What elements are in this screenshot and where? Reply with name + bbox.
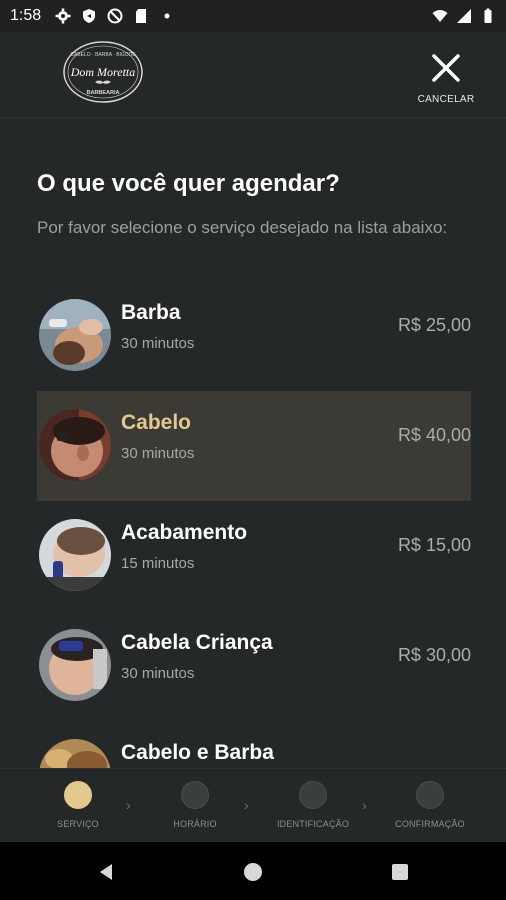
- step-indicator: [416, 781, 444, 809]
- service-name: Barba: [121, 301, 181, 324]
- step-label: CONFIRMAÇÃO: [395, 819, 465, 829]
- recent-apps-icon[interactable]: [392, 864, 408, 880]
- service-name: Cabela Criança: [121, 631, 273, 654]
- service-name: Cabelo: [121, 411, 192, 434]
- blocked-icon: [107, 8, 123, 24]
- service-price: R$ 30,00: [397, 645, 471, 665]
- step-identificacao[interactable]: IDENTIFICAÇÃO: [258, 781, 368, 829]
- service-photo-cabelo-e-barba: [39, 739, 111, 768]
- chevron-right-icon: ›: [126, 797, 131, 813]
- step-label: SERVIÇO: [57, 819, 99, 829]
- service-photo-cabelo: [39, 409, 111, 481]
- service-photo-acabamento: [39, 519, 111, 591]
- step-servico[interactable]: SERVIÇO: [23, 781, 133, 829]
- service-duration: 30 minutos: [121, 445, 195, 462]
- step-horario[interactable]: HORÁRIO: [140, 781, 250, 829]
- step-indicator: [299, 781, 327, 809]
- svg-text:BARBEARIA: BARBEARIA: [87, 90, 120, 96]
- service-duration: 30 minutos: [121, 665, 195, 682]
- service-photo-barba: [39, 299, 111, 371]
- gear-icon: [55, 8, 71, 24]
- step-label: IDENTIFICAÇÃO: [276, 819, 350, 829]
- step-confirmacao[interactable]: CONFIRMAÇÃO: [375, 781, 485, 829]
- status-time: 1:58: [10, 7, 42, 24]
- close-icon: [432, 54, 460, 82]
- service-price: R$ 15,00: [397, 535, 471, 555]
- wifi-icon: [432, 10, 448, 22]
- step-label: HORÁRIO: [173, 819, 217, 829]
- step-indicator: [64, 781, 92, 809]
- brand-logo[interactable]: CABELO · BARBA · BIGODE Dom Moretta BARB…: [62, 40, 144, 104]
- service-price: R$ 25,00: [397, 315, 471, 335]
- shield-icon: [83, 9, 96, 23]
- service-photo-cabela-crianca: [39, 629, 111, 701]
- cancel-button[interactable]: CANCELAR: [414, 50, 478, 110]
- step-indicator: [181, 781, 209, 809]
- battery-icon: [484, 8, 492, 23]
- service-item-cabelo-e-barba[interactable]: Cabelo e Barba: [37, 721, 471, 768]
- service-name: Cabelo e Barba: [121, 741, 274, 764]
- service-duration: 30 minutos: [121, 335, 195, 352]
- booking-stepper: SERVIÇO › HORÁRIO › IDENTIFICAÇÃO › CONF…: [0, 768, 506, 842]
- home-icon[interactable]: [244, 863, 262, 881]
- service-item-cabela-crianca[interactable]: Cabela Criança 30 minutos R$ 30,00: [37, 611, 471, 721]
- dot-icon: [164, 13, 170, 19]
- status-icons: [55, 8, 175, 24]
- service-selection: O que você quer agendar? Por favor selec…: [0, 118, 506, 768]
- service-item-acabamento[interactable]: Acabamento 15 minutos R$ 15,00: [37, 501, 471, 611]
- svg-text:Dom Moretta: Dom Moretta: [70, 65, 136, 79]
- back-icon[interactable]: [96, 862, 116, 882]
- page-title: O que você quer agendar?: [37, 170, 340, 197]
- page-subtitle: Por favor selecione o serviço desejado n…: [37, 218, 448, 237]
- chevron-right-icon: ›: [362, 797, 367, 813]
- signal-icon: [457, 9, 471, 23]
- system-nav-bar: [0, 842, 506, 900]
- cancel-label: CANCELAR: [417, 94, 475, 105]
- svg-text:CABELO · BARBA · BIGODE: CABELO · BARBA · BIGODE: [70, 52, 136, 58]
- sd-card-icon: [136, 9, 147, 23]
- service-item-barba[interactable]: Barba 30 minutos R$ 25,00: [37, 281, 471, 391]
- service-duration: 15 minutos: [121, 555, 195, 572]
- app-header: CABELO · BARBA · BIGODE Dom Moretta BARB…: [0, 32, 506, 118]
- status-bar: 1:58: [0, 0, 506, 32]
- service-item-cabelo[interactable]: Cabelo 30 minutos R$ 40,00: [37, 391, 471, 501]
- chevron-right-icon: ›: [244, 797, 249, 813]
- service-price: R$ 40,00: [397, 425, 471, 445]
- service-name: Acabamento: [121, 521, 248, 544]
